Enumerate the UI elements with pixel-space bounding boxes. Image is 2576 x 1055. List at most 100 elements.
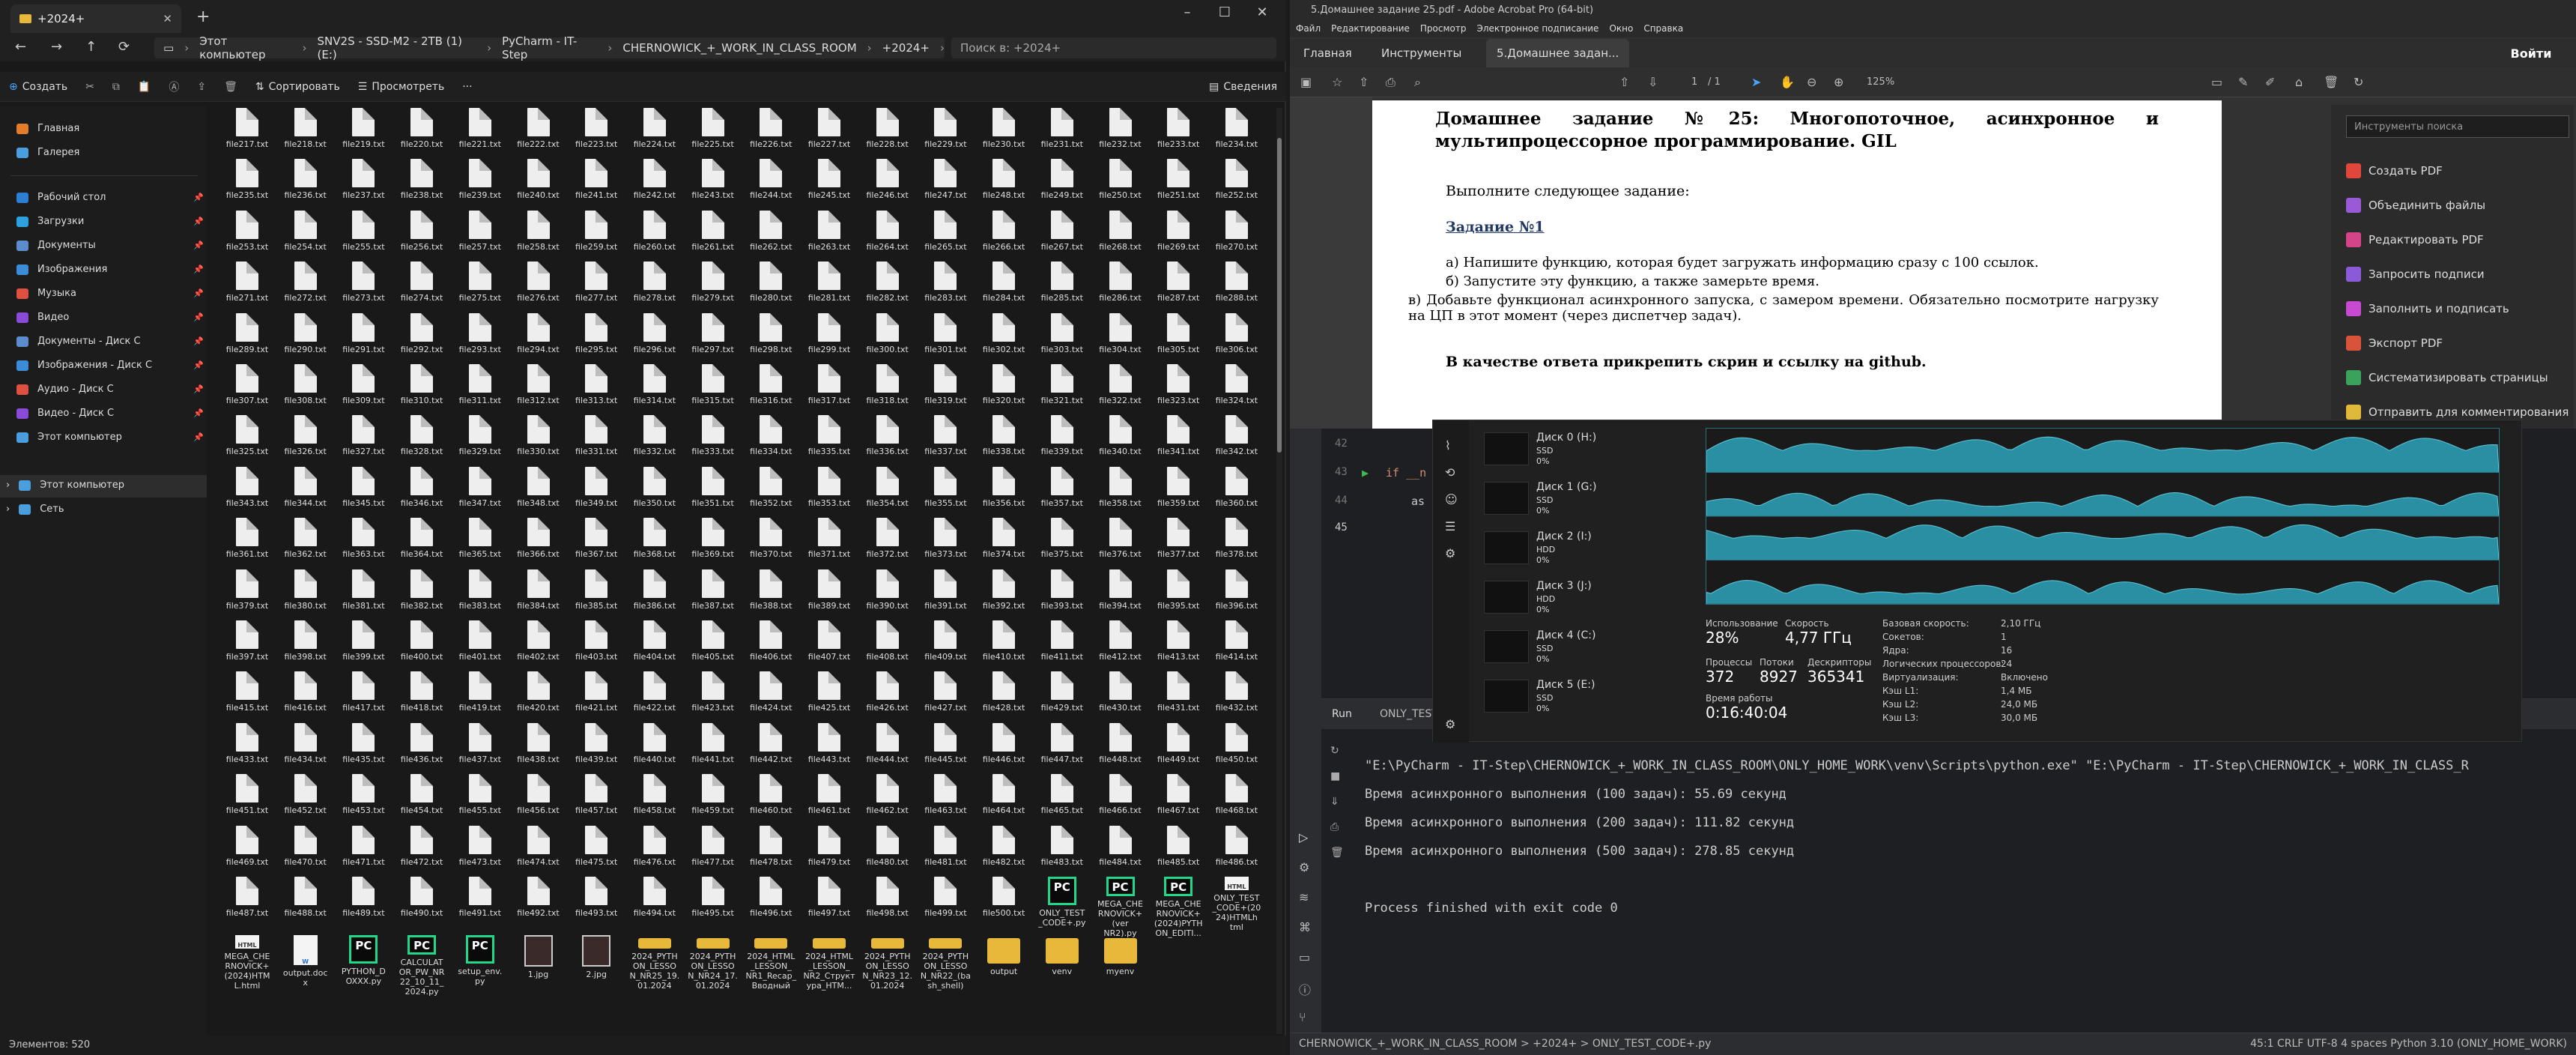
breadcrumb-item[interactable]: Этот компьютер [199, 34, 291, 61]
file-item[interactable]: file468.txt [1207, 774, 1267, 829]
file-item[interactable]: file393.txt [1032, 569, 1092, 625]
file-item[interactable]: file320.txt [974, 364, 1034, 420]
file-item[interactable]: file353.txt [799, 466, 859, 522]
file-item[interactable]: file236.txt [276, 159, 336, 214]
file-item[interactable]: 2.jpg [566, 935, 626, 991]
file-item[interactable]: file496.txt [741, 877, 801, 932]
file-item[interactable]: file230.txt [974, 108, 1034, 163]
file-item[interactable]: file437.txt [450, 722, 510, 779]
file-item[interactable]: file490.txt [392, 877, 452, 932]
nav-item[interactable]: Музыка 📌 [16, 288, 204, 299]
breadcrumb[interactable]: ▭ › Этот компьютер › SNV2S - SSD-M2 - 2TB (1… [154, 34, 945, 61]
file-item[interactable]: file480.txt [858, 825, 918, 881]
file-item[interactable]: file331.txt [566, 415, 626, 471]
file-item[interactable]: PC MEGA_CHE RNOVICK+ (ver NR2).py [1091, 877, 1151, 938]
nav-item[interactable]: Изображения - Диск С 📌 [16, 360, 204, 371]
share-icon[interactable]: ⇪ [188, 81, 215, 93]
file-item[interactable]: file481.txt [915, 825, 975, 881]
file-item[interactable]: file289.txt [217, 312, 277, 369]
file-item[interactable]: file413.txt [1148, 620, 1208, 676]
nav-item[interactable]: Документы - Диск С 📌 [16, 336, 204, 347]
file-item[interactable]: file429.txt [1032, 671, 1092, 727]
file-item[interactable]: file293.txt [450, 312, 510, 369]
file-item[interactable]: file401.txt [450, 620, 510, 676]
file-item[interactable]: file269.txt [1148, 210, 1208, 266]
users-icon[interactable]: ☺ [1445, 492, 1458, 507]
terminal-icon[interactable]: ▭ [1299, 950, 1310, 964]
file-item[interactable]: file346.txt [392, 466, 452, 522]
file-item[interactable]: file454.txt [392, 774, 452, 829]
disk-item[interactable]: Диск 1 (G:) SSD 0% [1484, 477, 1701, 522]
file-item[interactable]: file285.txt [1032, 262, 1092, 317]
file-item[interactable]: file250.txt [1091, 159, 1151, 214]
file-item[interactable]: file435.txt [333, 722, 393, 779]
file-item[interactable]: file226.txt [741, 108, 801, 163]
file-item[interactable]: file234.txt [1207, 108, 1267, 163]
breadcrumb-item[interactable]: SNV2S - SSD-M2 - 2TB (1) (E:) [318, 34, 477, 61]
file-item[interactable]: file423.txt [683, 671, 743, 727]
breadcrumb-item[interactable]: +2024+ [882, 41, 930, 55]
file-item[interactable]: file364.txt [392, 518, 452, 573]
file-item[interactable]: file298.txt [741, 312, 801, 369]
file-item[interactable]: file441.txt [683, 722, 743, 779]
file-item[interactable]: file248.txt [974, 159, 1034, 214]
file-item[interactable]: file288.txt [1207, 262, 1267, 317]
file-item[interactable]: file363.txt [333, 518, 393, 573]
debug-icon[interactable]: ⚙ [1299, 860, 1309, 874]
file-item[interactable]: file387.txt [683, 569, 743, 625]
breadcrumb-item[interactable]: PyCharm - IT-Step [502, 34, 597, 61]
file-item[interactable]: file421.txt [566, 671, 626, 727]
file-item[interactable]: file295.txt [566, 312, 626, 369]
settings-icon[interactable]: ⚙ [1445, 717, 1455, 731]
file-item[interactable]: file333.txt [683, 415, 743, 471]
file-item[interactable]: file255.txt [333, 210, 393, 266]
file-item[interactable]: file246.txt [858, 159, 918, 214]
file-item[interactable]: file432.txt [1207, 671, 1267, 727]
nav-item[interactable]: Видео - Диск С 📌 [16, 408, 204, 419]
file-item[interactable]: 2024_PYTH ON_LESSO N_NR22_(ba sh_shell) [915, 935, 975, 991]
file-item[interactable]: file275.txt [450, 262, 510, 317]
file-item[interactable]: file326.txt [276, 415, 336, 471]
file-item[interactable]: 2024_HTML _LESSON_ NR2_Структ ура_HTM... [799, 935, 859, 991]
run-tab[interactable]: Run [1332, 708, 1352, 720]
file-item[interactable]: file296.txt [625, 312, 685, 369]
file-item[interactable]: file385.txt [566, 569, 626, 625]
nav-item[interactable]: Изображения 📌 [16, 264, 204, 275]
file-item[interactable]: file303.txt [1032, 312, 1092, 369]
file-item[interactable]: file266.txt [974, 210, 1034, 266]
file-item[interactable]: PC PYTHON_D OXXX.py [333, 935, 393, 991]
file-item[interactable]: file222.txt [509, 108, 569, 163]
file-item[interactable]: file349.txt [566, 466, 626, 522]
file-item[interactable]: file448.txt [1091, 722, 1151, 779]
file-item[interactable]: file381.txt [333, 569, 393, 625]
disk-item[interactable]: Диск 0 (H:) SSD 0% [1484, 428, 1701, 473]
file-item[interactable]: file394.txt [1091, 569, 1151, 625]
menu-item[interactable]: Электронное подписание [1476, 23, 1598, 35]
zoom-search-icon[interactable]: ⌕ [1414, 75, 1421, 90]
tool-item[interactable]: Заполнить и подписать [2346, 301, 2509, 316]
file-item[interactable]: file317.txt [799, 364, 859, 420]
file-item[interactable]: file495.txt [683, 877, 743, 932]
file-item[interactable]: file457.txt [566, 774, 626, 829]
file-item[interactable]: file444.txt [858, 722, 918, 779]
file-item[interactable]: file229.txt [915, 108, 975, 163]
file-item[interactable]: file339.txt [1032, 415, 1092, 471]
nav-item[interactable]: Видео 📌 [16, 312, 204, 323]
rotate-icon[interactable]: ↻ [2354, 75, 2363, 89]
file-item[interactable]: file383.txt [450, 569, 510, 625]
file-item[interactable]: file384.txt [509, 569, 569, 625]
file-item[interactable]: file396.txt [1207, 569, 1267, 625]
run-gutter-icon[interactable]: ▶ [1362, 466, 1369, 480]
file-breadcrumb[interactable]: CHERNOWICK_+_WORK_IN_CLASS_ROOM > +2024+… [1299, 1038, 1711, 1050]
file-item[interactable]: file470.txt [276, 825, 336, 881]
stop-icon[interactable]: ■ [1330, 764, 1344, 789]
file-item[interactable]: file277.txt [566, 262, 626, 317]
file-item[interactable]: file493.txt [566, 877, 626, 932]
file-item[interactable]: file484.txt [1091, 825, 1151, 881]
file-item[interactable]: file261.txt [683, 210, 743, 266]
file-item[interactable]: file223.txt [566, 108, 626, 163]
file-item[interactable]: file245.txt [799, 159, 859, 214]
file-item[interactable]: file491.txt [450, 877, 510, 932]
nav-item[interactable]: Этот компьютер 📌 [16, 432, 204, 443]
file-item[interactable]: file337.txt [915, 415, 975, 471]
